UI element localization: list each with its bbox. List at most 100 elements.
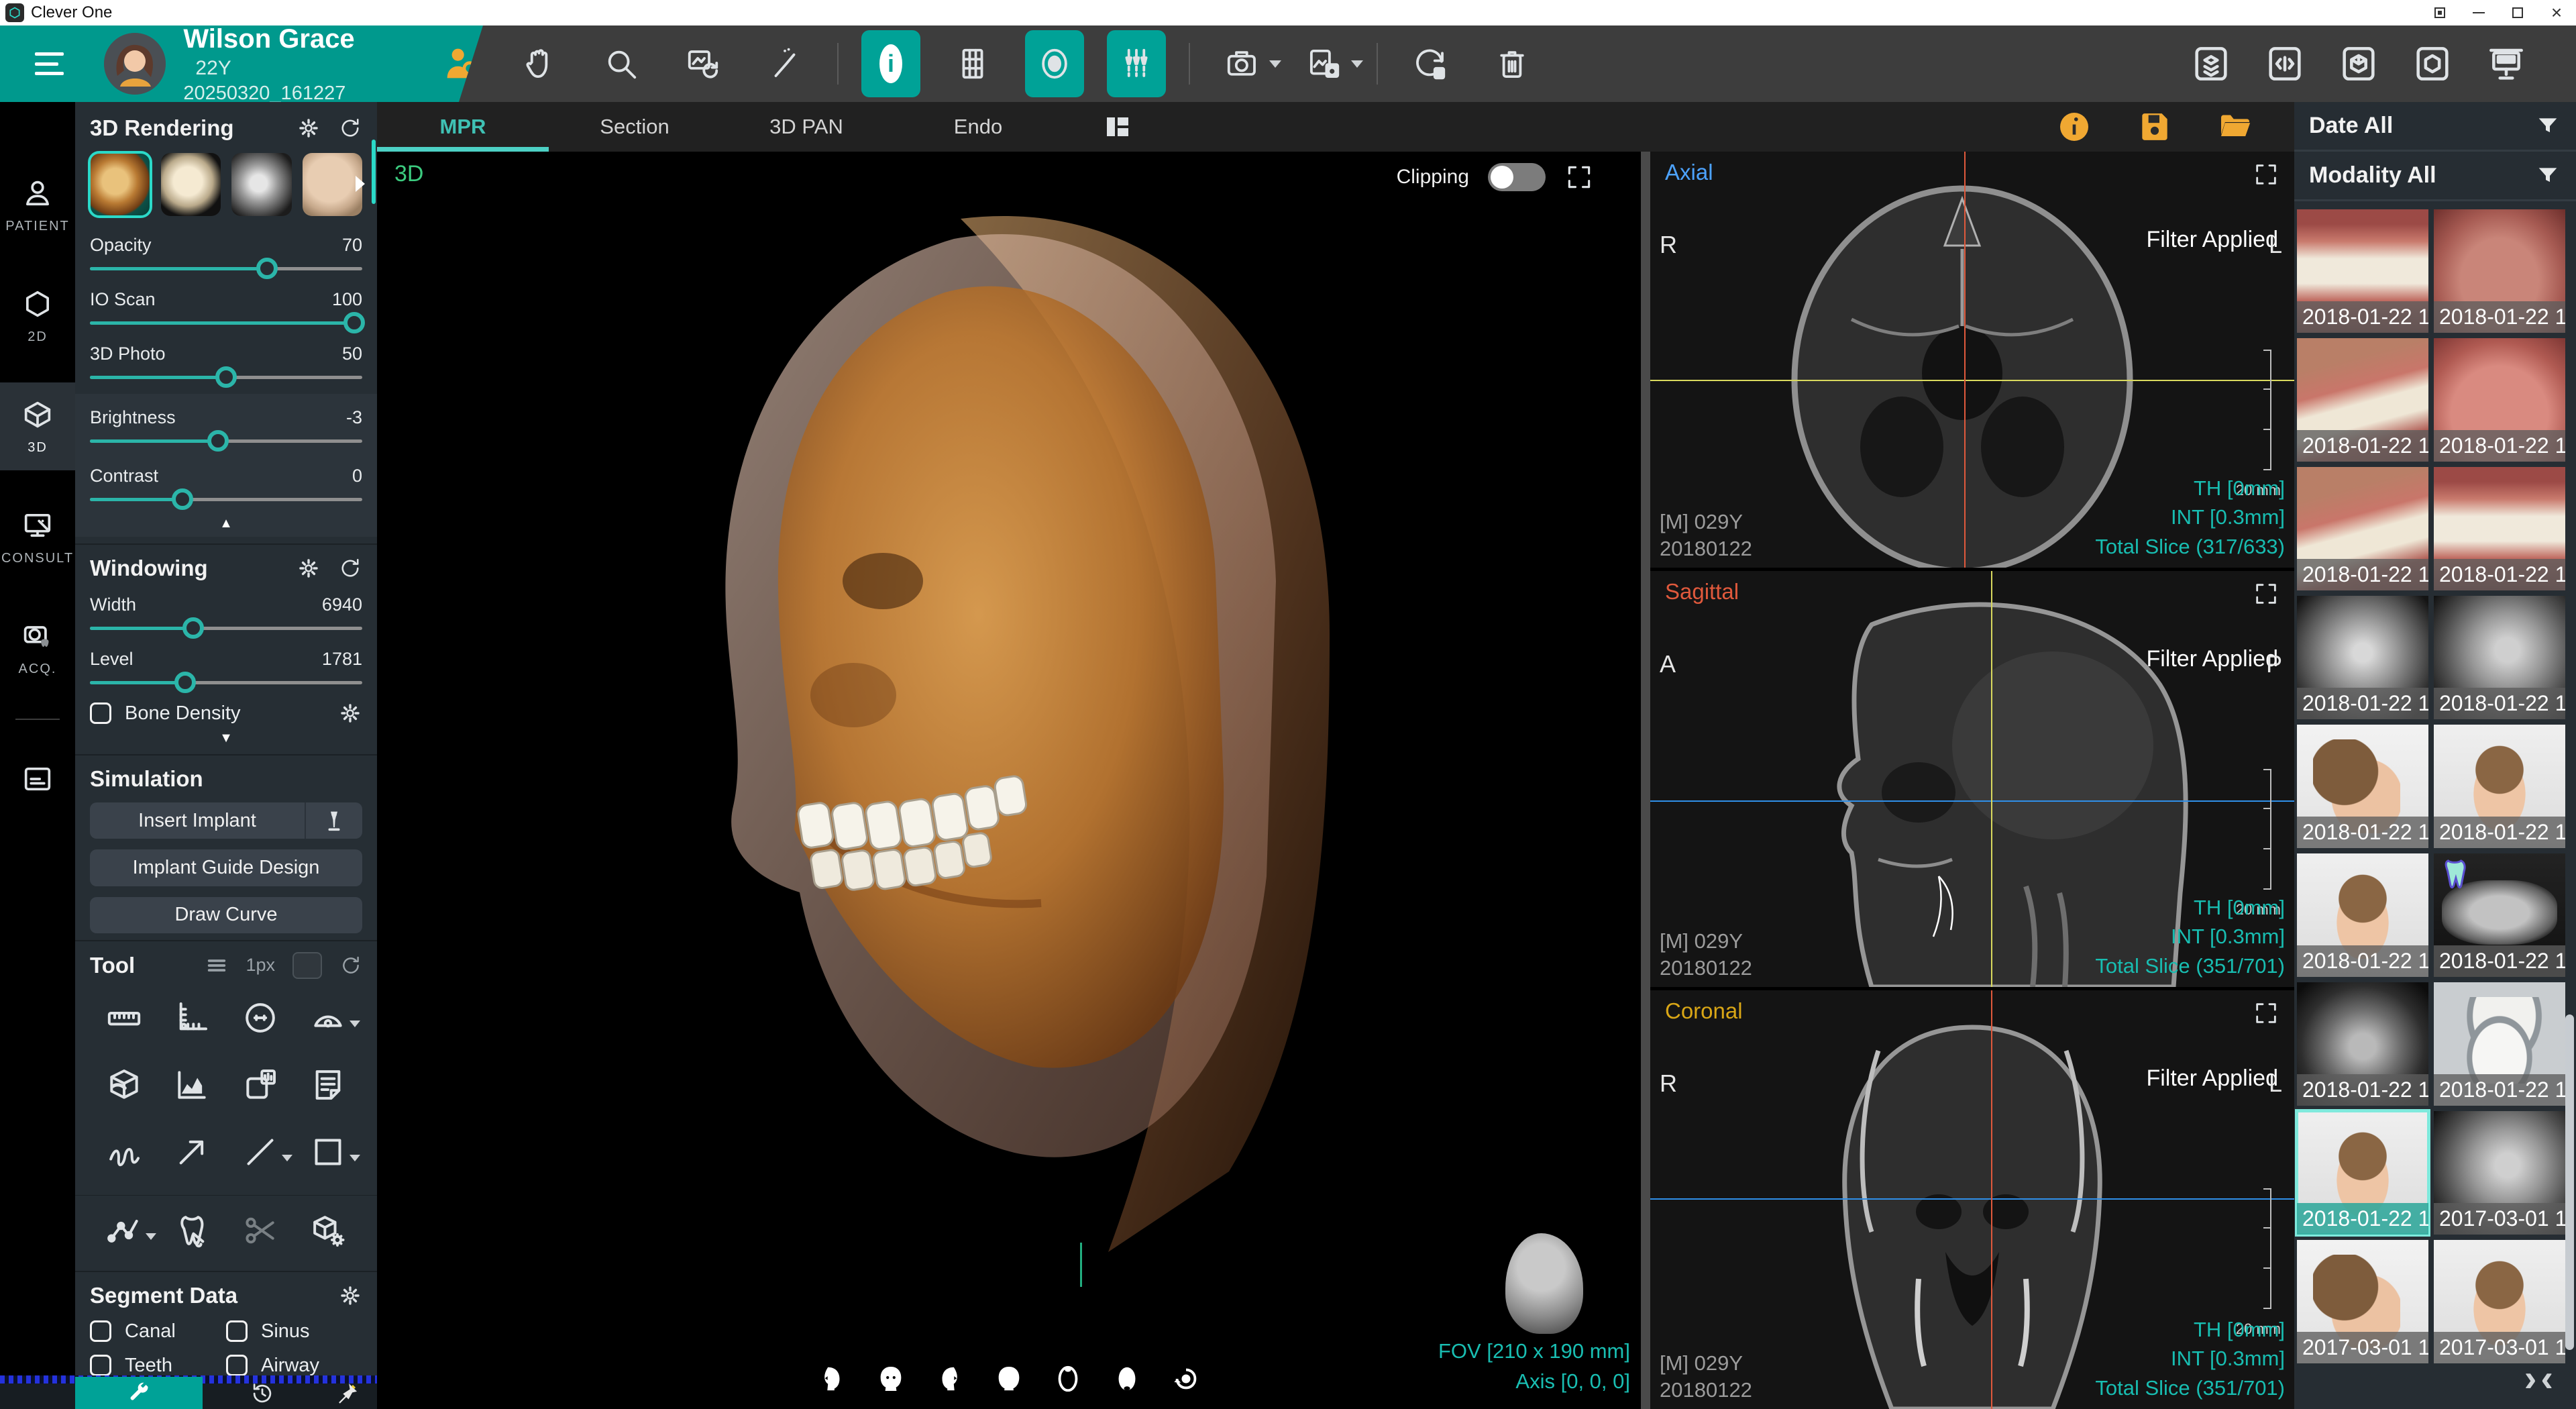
grid-view-button[interactable]	[943, 30, 1002, 97]
layout-compare-icon[interactable]	[2263, 42, 2306, 85]
axial-view[interactable]: Axial Filter Applied R L 20 mm [M] 029Y …	[1650, 152, 2294, 568]
sinus-checkbox[interactable]	[226, 1320, 248, 1342]
airway-checkbox[interactable]	[226, 1355, 248, 1376]
polyline-dropdown-caret[interactable]	[146, 1233, 156, 1240]
preset-color-skull[interactable]	[90, 153, 150, 216]
tab-section[interactable]: Section	[549, 102, 720, 152]
explorer-probe-button[interactable]	[755, 30, 814, 97]
open-folder-button[interactable]	[2216, 108, 2254, 146]
rectangle-dropdown-caret[interactable]	[350, 1155, 360, 1161]
fullscreen-icon[interactable]	[1564, 162, 1594, 192]
navigation-head[interactable]	[1505, 1233, 1583, 1334]
modality-filter-row[interactable]: Modality All	[2294, 152, 2576, 201]
save-button[interactable]	[2136, 108, 2174, 146]
patient-search-button[interactable]	[440, 42, 483, 85]
capture-dropdown-caret[interactable]	[1269, 60, 1281, 68]
tooth-segmentation-tool-button[interactable]	[172, 1210, 212, 1251]
axial-crosshair-vertical[interactable]	[1964, 152, 1966, 568]
gallery-thumbnail[interactable]: 2018-01-22 16:...	[2434, 467, 2565, 590]
gear-icon[interactable]	[297, 556, 321, 580]
collapse-windowing-button[interactable]: ▼	[90, 725, 362, 747]
layout-layers-icon[interactable]	[2190, 42, 2233, 85]
clipping-toggle[interactable]	[1488, 163, 1546, 191]
tab-mpr[interactable]: MPR	[377, 102, 549, 152]
gallery-thumbnail[interactable]: 2018-01-22 16:...	[2297, 725, 2428, 848]
pin-statusbar-button[interactable]	[334, 1381, 360, 1406]
sidebar-item-3d[interactable]: 3D	[0, 382, 75, 470]
maximize-button[interactable]	[2498, 0, 2537, 25]
adjust-filters-button[interactable]	[1107, 30, 1166, 97]
gallery-thumbnail-selected[interactable]: 2018-01-22 11:...	[2297, 1111, 2428, 1235]
pen-color-swatch[interactable]	[292, 952, 322, 979]
capture-button[interactable]	[1213, 30, 1272, 97]
gallery-thumbnail[interactable]: 2018-01-22 15:...	[2434, 853, 2565, 977]
preset-dropdown-caret[interactable]	[356, 176, 365, 192]
gallery-thumbnail[interactable]: 2018-01-22 15:...	[2434, 982, 2565, 1106]
scissors-tool-button[interactable]	[240, 1210, 280, 1251]
rectangle-tool-button[interactable]	[308, 1132, 348, 1172]
sidebar-item-acq[interactable]: ACQ.	[0, 604, 75, 692]
export-dropdown-caret[interactable]	[1351, 60, 1363, 68]
sagittal-crosshair-vertical[interactable]	[1991, 571, 1992, 987]
canal-checkbox[interactable]	[90, 1320, 111, 1342]
gallery-thumbnail[interactable]: 2018-01-22 16:...	[2297, 209, 2428, 333]
coronal-view[interactable]: Coronal Filter Applied R L 20 mm [M] 029…	[1650, 990, 2294, 1409]
capture-delete-button[interactable]	[1401, 30, 1460, 97]
hamburger-menu-button[interactable]	[35, 52, 64, 75]
orient-back-icon[interactable]	[994, 1363, 1024, 1394]
sidebar-item-report[interactable]	[0, 747, 75, 811]
orient-top-icon[interactable]	[1053, 1363, 1083, 1394]
implant-library-button[interactable]	[305, 802, 362, 839]
tab-endo[interactable]: Endo	[892, 102, 1064, 152]
contrast-slider[interactable]	[90, 488, 362, 511]
gallery-thumbnail[interactable]: 2017-03-01 15:...	[2297, 1240, 2428, 1363]
sidebar-item-2d[interactable]: 2D	[0, 272, 75, 360]
ruler-tool-button[interactable]	[104, 998, 144, 1038]
volume-3d-viewport[interactable]: 3D Clipping	[377, 152, 1641, 1409]
implant-guide-design-button[interactable]: Implant Guide Design	[90, 849, 362, 886]
orient-front-icon[interactable]	[875, 1363, 906, 1394]
fullscreen-icon[interactable]	[2253, 161, 2279, 188]
volume-crop-tool-button[interactable]	[104, 1065, 144, 1105]
window-width-slider[interactable]	[90, 617, 362, 635]
profile-ruler-tool-button[interactable]	[172, 998, 212, 1038]
draw-curve-button[interactable]: Draw Curve	[90, 897, 362, 933]
window-pin-button[interactable]	[2420, 0, 2459, 25]
window-level-slider[interactable]	[90, 671, 362, 690]
sidebar-item-consult[interactable]: CONSULT	[0, 493, 75, 581]
axial-crosshair-horizontal[interactable]	[1650, 380, 2294, 381]
angle-tool-button[interactable]	[308, 998, 348, 1038]
collapse-gallery-button[interactable]: ›‹	[2524, 1356, 2557, 1400]
gallery-thumbnail[interactable]: 2017-03-01 15:...	[2434, 1240, 2565, 1363]
info-toggle-button[interactable]: i	[861, 30, 920, 97]
close-button[interactable]: ×	[2537, 0, 2576, 25]
pan-hand-button[interactable]	[510, 30, 569, 97]
filter-funnel-icon[interactable]	[2534, 113, 2561, 140]
trash-button[interactable]	[1483, 30, 1542, 97]
date-filter-row[interactable]: Date All	[2294, 102, 2576, 152]
zoom-button[interactable]	[592, 30, 651, 97]
viewport-splitter[interactable]	[1641, 152, 1650, 1409]
orient-left-icon[interactable]	[816, 1363, 847, 1394]
freehand-tool-button[interactable]	[104, 1132, 144, 1172]
gallery-thumbnail[interactable]: 2018-01-22 16:...	[2434, 209, 2565, 333]
refresh-icon[interactable]	[338, 556, 362, 580]
fullscreen-icon[interactable]	[2253, 1000, 2279, 1027]
layout-switch-button[interactable]	[1102, 111, 1134, 143]
circle-measure-tool-button[interactable]	[240, 998, 280, 1038]
sagittal-crosshair-horizontal[interactable]	[1650, 800, 2294, 802]
line-tool-button[interactable]	[240, 1132, 280, 1172]
image-export-button[interactable]	[1295, 30, 1354, 97]
fullscreen-icon[interactable]	[2253, 580, 2279, 607]
collapse-rendering-button[interactable]: ▲	[90, 511, 362, 533]
brightness-slider[interactable]	[90, 429, 362, 452]
tools-statusbar-button[interactable]	[75, 1377, 203, 1409]
annotation-export-tool-button[interactable]	[240, 1065, 280, 1105]
preset-soft-tissue[interactable]	[303, 153, 363, 216]
gallery-thumbnail[interactable]: 2018-01-22 16:...	[2297, 338, 2428, 462]
panel-scrollbar-thumb[interactable]	[372, 140, 376, 204]
orient-rotate-icon[interactable]	[1171, 1363, 1201, 1394]
minimize-button[interactable]	[2459, 0, 2498, 25]
refresh-icon[interactable]	[339, 954, 362, 977]
gallery-thumbnail[interactable]: 2018-01-22 16:...	[2297, 853, 2428, 977]
